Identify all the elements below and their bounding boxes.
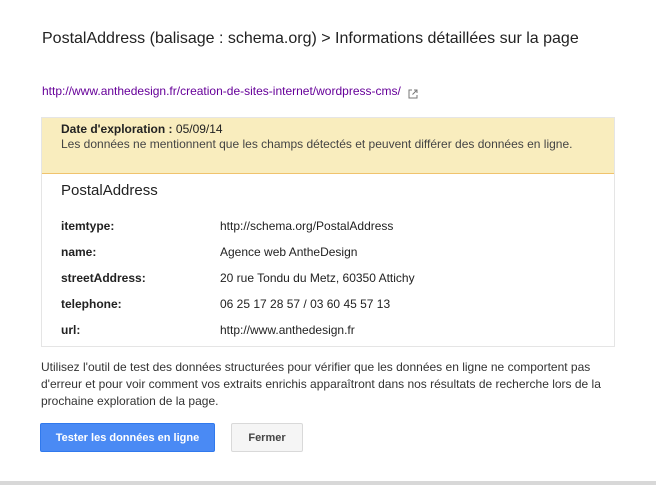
property-value: http://www.anthedesign.fr <box>220 323 355 337</box>
page-url-row: http://www.anthedesign.fr/creation-de-si… <box>42 84 418 98</box>
external-link-icon[interactable] <box>408 88 418 98</box>
property-row: streetAddress: 20 rue Tondu du Metz, 603… <box>61 265 601 291</box>
property-value: 20 rue Tondu du Metz, 60350 Attichy <box>220 271 415 285</box>
crawl-notice: Date d'exploration : 05/09/14 Les donnée… <box>42 118 614 174</box>
property-value: 06 25 17 28 57 / 03 60 45 57 13 <box>220 297 391 311</box>
property-row: url: http://www.anthedesign.fr <box>61 317 601 343</box>
page-url-link[interactable]: http://www.anthedesign.fr/creation-de-si… <box>42 84 401 98</box>
structured-data-panel: Date d'exploration : 05/09/14 Les donnée… <box>41 117 615 347</box>
property-row: telephone: 06 25 17 28 57 / 03 60 45 57 … <box>61 291 601 317</box>
property-value: Agence web AntheDesign <box>220 245 358 259</box>
property-row: itemtype: http://schema.org/PostalAddres… <box>61 213 601 239</box>
property-name: name: <box>61 245 97 259</box>
item-type-heading: PostalAddress <box>61 182 158 199</box>
property-value: http://schema.org/PostalAddress <box>220 219 394 233</box>
property-name: streetAddress: <box>61 271 146 285</box>
property-row: name: Agence web AntheDesign <box>61 239 601 265</box>
bottom-divider <box>0 481 656 485</box>
crawl-date-value: 05/09/14 <box>175 122 223 136</box>
property-list: itemtype: http://schema.org/PostalAddres… <box>61 213 601 343</box>
close-button[interactable]: Fermer <box>231 423 303 452</box>
help-text: Utilisez l'outil de test des données str… <box>41 360 601 408</box>
test-live-data-button[interactable]: Tester les données en ligne <box>40 423 215 452</box>
crawl-notice-description: Les données ne mentionnent que les champ… <box>61 137 573 151</box>
property-name: url: <box>61 323 81 337</box>
property-name: telephone: <box>61 297 122 311</box>
property-name: itemtype: <box>61 219 115 233</box>
crawl-date-label: Date d'exploration : <box>61 122 173 136</box>
dialog-title: PostalAddress (balisage : schema.org) > … <box>42 30 579 47</box>
